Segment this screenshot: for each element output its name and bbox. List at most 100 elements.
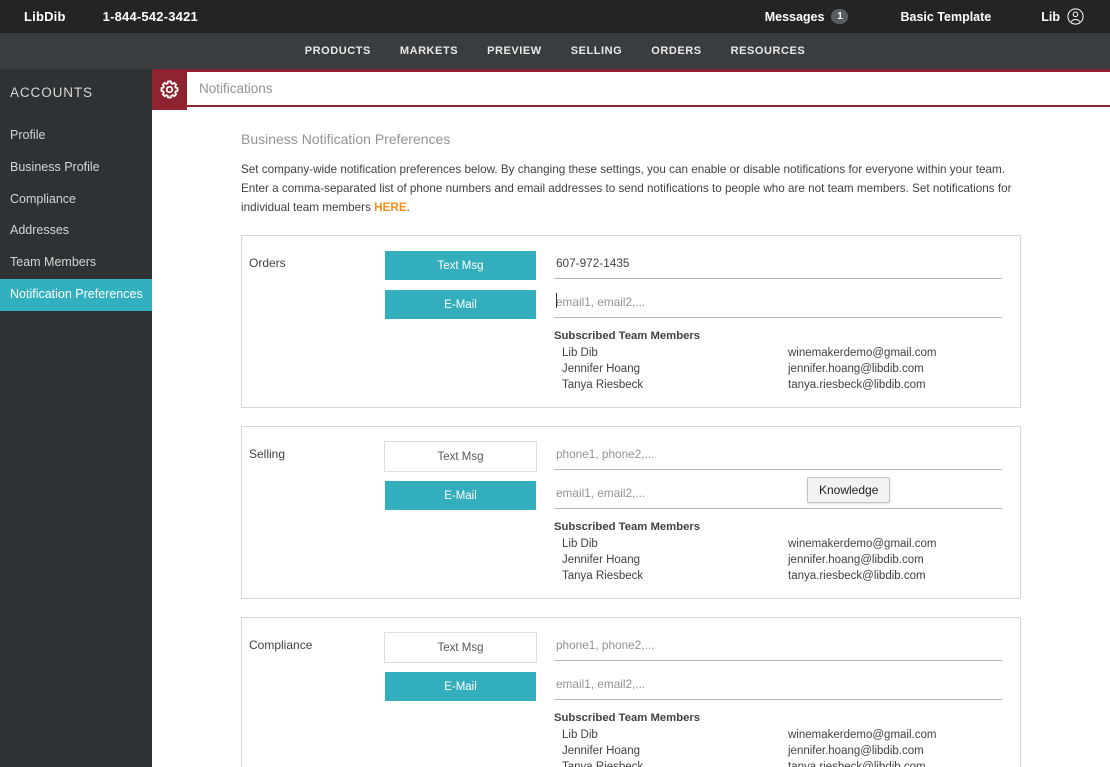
selling-email-input[interactable] — [554, 482, 1002, 509]
sidebar: ACCOUNTS Profile Business Profile Compli… — [0, 69, 152, 767]
orders-email-row: E-Mail — [384, 289, 1002, 320]
main-navigation: PRODUCTS MARKETS PREVIEW SELLING ORDERS … — [0, 33, 1110, 69]
user-avatar-icon — [1067, 8, 1084, 25]
orders-email-field-wrap — [554, 289, 1002, 318]
notification-panel-compliance: Compliance Text Msg E-Mail — [241, 617, 1021, 767]
panel-label-orders: Orders — [249, 256, 286, 270]
content-inner: Business Notification Preferences Set co… — [241, 131, 1021, 767]
member-name: Jennifer Hoang — [562, 553, 640, 566]
orders-email-input[interactable] — [554, 291, 1002, 318]
selling-email-field-wrap — [554, 480, 1002, 509]
member-name: Tanya Riesbeck — [562, 569, 644, 582]
messages-label: Messages — [764, 9, 825, 24]
panel-label-compliance: Compliance — [249, 638, 313, 652]
subscribed-title: Subscribed Team Members — [554, 712, 701, 724]
sidebar-heading: ACCOUNTS — [10, 85, 93, 100]
section-description-part2: . — [406, 201, 410, 214]
member-name: Tanya Riesbeck — [562, 378, 644, 391]
list-item: Jennifer Hoang jennifer.hoang@libdib.com — [554, 361, 1002, 377]
member-name: Jennifer Hoang — [562, 744, 640, 757]
selling-subscribed-members: Subscribed Team Members Lib Dib winemake… — [554, 521, 1002, 584]
sidebar-item-notification-preferences[interactable]: Notification Preferences — [0, 278, 152, 311]
text-cursor — [556, 293, 557, 308]
panel-body-orders: Text Msg E-Mail — [384, 250, 1020, 393]
section-description: Set company-wide notification preference… — [241, 160, 1019, 217]
user-name-label: Lib — [1041, 9, 1060, 24]
member-email: winemakerdemo@gmail.com — [788, 728, 937, 741]
member-email: jennifer.hoang@libdib.com — [788, 744, 924, 757]
main-content: Notifications Business Notification Pref… — [152, 69, 1110, 767]
page-header: Notifications — [152, 69, 1110, 110]
compliance-email-row: E-Mail — [384, 671, 1002, 702]
sidebar-item-addresses[interactable]: Addresses — [0, 215, 152, 247]
top-bar: LibDib 1-844-542-3421 Messages 1 Basic T… — [0, 0, 1110, 33]
member-email: tanya.riesbeck@libdib.com — [788, 569, 926, 582]
list-item: Lib Dib winemakerdemo@gmail.com — [554, 345, 1002, 361]
member-email: jennifer.hoang@libdib.com — [788, 553, 924, 566]
nav-item-orders[interactable]: ORDERS — [651, 45, 701, 57]
orders-email-toggle[interactable]: E-Mail — [384, 289, 537, 320]
compliance-email-input[interactable] — [554, 673, 1002, 700]
sidebar-item-profile[interactable]: Profile — [0, 120, 152, 152]
nav-item-markets[interactable]: MARKETS — [400, 45, 458, 57]
top-bar-right-group: Messages 1 Basic Template Lib — [765, 8, 1098, 25]
sidebar-item-compliance[interactable]: Compliance — [0, 184, 152, 216]
page-body: ACCOUNTS Profile Business Profile Compli… — [0, 69, 1110, 767]
compliance-email-toggle[interactable]: E-Mail — [384, 671, 537, 702]
member-name: Lib Dib — [562, 346, 598, 359]
section-title: Business Notification Preferences — [241, 131, 451, 147]
member-name: Tanya Riesbeck — [562, 760, 644, 767]
sidebar-item-business-profile[interactable]: Business Profile — [0, 152, 152, 184]
compliance-phone-input[interactable] — [554, 634, 1002, 661]
subscribed-title: Subscribed Team Members — [554, 330, 701, 342]
gear-icon — [152, 69, 187, 110]
messages-button[interactable]: Messages 1 — [765, 9, 849, 24]
member-name: Lib Dib — [562, 728, 598, 741]
user-menu[interactable]: Lib — [1041, 8, 1084, 25]
list-item: Lib Dib winemakerdemo@gmail.com — [554, 727, 1002, 743]
panel-body-selling: Text Msg E-Mail Subscrib — [384, 441, 1020, 584]
member-email: jennifer.hoang@libdib.com — [788, 362, 924, 375]
nav-item-preview[interactable]: PREVIEW — [487, 45, 542, 57]
member-name: Jennifer Hoang — [562, 362, 640, 375]
panel-body-compliance: Text Msg E-Mail Subscrib — [384, 632, 1020, 767]
support-phone-number: 1-844-542-3421 — [102, 9, 198, 24]
knowledge-tooltip[interactable]: Knowledge — [807, 477, 891, 503]
list-item: Jennifer Hoang jennifer.hoang@libdib.com — [554, 743, 1002, 759]
member-email: winemakerdemo@gmail.com — [788, 537, 937, 550]
messages-count-badge: 1 — [831, 9, 849, 24]
member-email: winemakerdemo@gmail.com — [788, 346, 937, 359]
page-title: Notifications — [199, 81, 273, 96]
subscribed-title: Subscribed Team Members — [554, 521, 701, 533]
nav-item-resources[interactable]: RESOURCES — [731, 45, 806, 57]
here-link[interactable]: HERE — [374, 201, 406, 214]
nav-item-products[interactable]: PRODUCTS — [305, 45, 371, 57]
nav-item-selling[interactable]: SELLING — [571, 45, 623, 57]
list-item: Tanya Riesbeck tanya.riesbeck@libdib.com — [554, 377, 1002, 393]
orders-text-msg-row: Text Msg — [384, 250, 1002, 281]
member-name: Lib Dib — [562, 537, 598, 550]
compliance-text-msg-toggle[interactable]: Text Msg — [384, 632, 537, 663]
sidebar-item-team-members[interactable]: Team Members — [0, 247, 152, 279]
selling-email-toggle[interactable]: E-Mail — [384, 480, 537, 511]
compliance-phone-field-wrap — [554, 632, 1002, 661]
orders-text-msg-toggle[interactable]: Text Msg — [384, 250, 537, 281]
compliance-email-field-wrap — [554, 671, 1002, 700]
template-switcher[interactable]: Basic Template — [900, 10, 991, 24]
content-area: Business Notification Preferences Set co… — [152, 107, 1110, 767]
section-description-part1: Set company-wide notification preference… — [241, 163, 1012, 214]
member-email: tanya.riesbeck@libdib.com — [788, 760, 926, 767]
list-item: Tanya Riesbeck tanya.riesbeck@libdib.com — [554, 759, 1002, 767]
list-item: Jennifer Hoang jennifer.hoang@libdib.com — [554, 552, 1002, 568]
selling-email-row: E-Mail — [384, 480, 1002, 511]
selling-text-msg-toggle[interactable]: Text Msg — [384, 441, 537, 472]
notification-panel-selling: Selling Text Msg E-Mail — [241, 426, 1021, 599]
orders-subscribed-members: Subscribed Team Members Lib Dib winemake… — [554, 330, 1002, 393]
notification-panel-orders: Orders Text Msg E-Mail — [241, 235, 1021, 408]
orders-phone-input[interactable] — [554, 252, 1002, 279]
orders-phone-field-wrap — [554, 250, 1002, 279]
compliance-subscribed-members: Subscribed Team Members Lib Dib winemake… — [554, 712, 1002, 767]
selling-phone-field-wrap — [554, 441, 1002, 470]
brand-logo[interactable]: LibDib — [24, 9, 66, 24]
selling-phone-input[interactable] — [554, 443, 1002, 470]
